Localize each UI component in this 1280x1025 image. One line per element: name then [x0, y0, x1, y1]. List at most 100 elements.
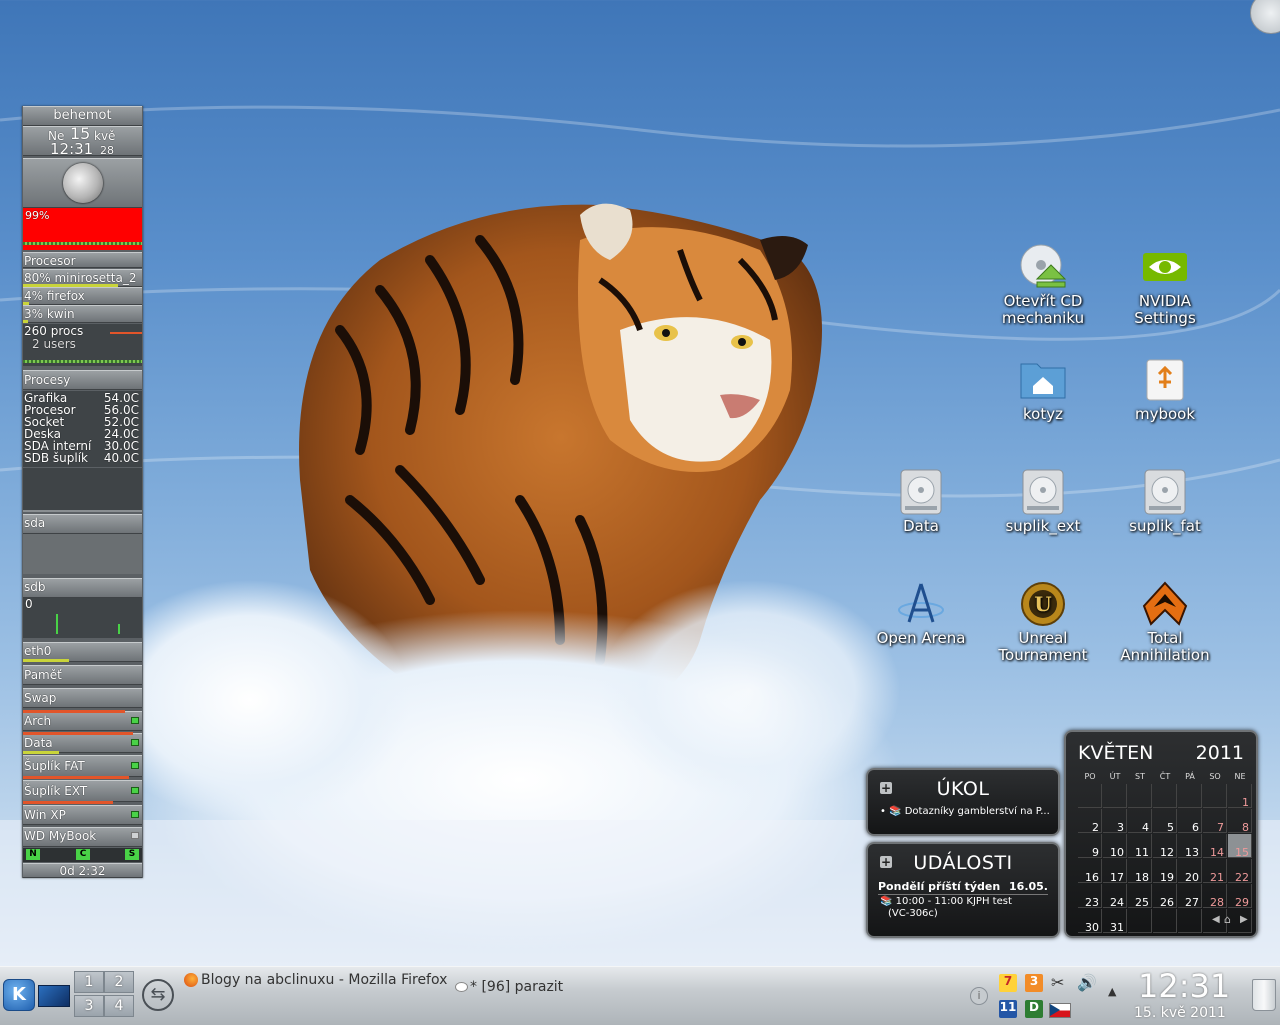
calendar-year[interactable]: 2011 [1196, 742, 1244, 764]
show-desktop-icon[interactable] [38, 985, 70, 1007]
calendar-day[interactable]: 19 [1153, 859, 1177, 884]
tray-expand-icon[interactable]: ▲ [1108, 985, 1116, 998]
calendar-day[interactable]: 31 [1103, 909, 1127, 934]
tray-badge-3[interactable]: 3 [1025, 974, 1043, 992]
calendar-widget[interactable]: KVĚTEN 2011 PO ÚT ST ČT PÁ SO NE 1 2 3 4 5 6 7 8 9 10 11… [1064, 730, 1258, 938]
todo-widget[interactable]: + ÚKOL • 📚 Dotazníky gamblerství na P... [866, 768, 1060, 836]
temp-graph [23, 468, 142, 512]
scissors-icon[interactable]: ✂ [1051, 973, 1069, 992]
task-firefox[interactable]: Blogy na abclinuxu - Mozilla Firefox [201, 972, 447, 988]
date-month: kvě [94, 129, 116, 143]
event-item[interactable]: 📚 10:00 - 11:00 KJPH test [880, 896, 1012, 907]
uptime: 0d 2:32 [59, 864, 106, 878]
calendar-day[interactable]: 22 [1228, 859, 1252, 884]
desktop-icon-label: kotyz [1023, 405, 1063, 423]
clock-time[interactable]: 12:31 [1138, 967, 1230, 1005]
calendar-day-today[interactable]: 15 [1228, 834, 1252, 859]
nvidia-icon [1143, 253, 1187, 281]
hard-disk-icon [1022, 469, 1064, 515]
tray-badge-11[interactable]: 11 [999, 1000, 1017, 1018]
calendar-home-icon[interactable]: ⌂ [1224, 913, 1231, 926]
calendar-day[interactable]: 12 [1153, 834, 1177, 859]
calendar-day[interactable]: 23 [1078, 884, 1102, 909]
desktop-icon-total-annihilation[interactable]: Total Annihilation [1110, 580, 1220, 664]
desktop-icon-label: Data [903, 517, 939, 535]
calendar-day[interactable]: 17 [1103, 859, 1127, 884]
book-icon: 📚 [880, 896, 893, 907]
trash-icon[interactable] [1252, 979, 1276, 1011]
desktop-icon-kotyz[interactable]: kotyz [988, 356, 1098, 423]
calendar-day[interactable]: 13 [1178, 834, 1202, 859]
calendar-day [1178, 909, 1202, 933]
desktop-icon-data[interactable]: Data [866, 468, 976, 535]
calendar-day[interactable]: 21 [1203, 859, 1227, 884]
calendar-day[interactable]: 27 [1178, 884, 1202, 909]
calendar-day[interactable]: 8 [1228, 809, 1252, 834]
tray-badge-d[interactable]: D [1025, 1000, 1043, 1018]
desktop-icon-suplik-fat[interactable]: suplik_fat [1110, 468, 1220, 535]
pager-desktop-1[interactable]: 1 [74, 971, 104, 993]
desktop-icon-cd-eject[interactable]: Otevřít CD mechaniku [988, 243, 1098, 327]
cpu-percent: 99% [25, 209, 50, 222]
calendar-day[interactable]: 6 [1178, 809, 1202, 834]
chat-icon [455, 982, 468, 992]
desktop-icon-open-arena[interactable]: Open Arena [866, 580, 976, 647]
calendar-day[interactable]: 29 [1228, 884, 1252, 909]
calendar-month[interactable]: KVĚTEN [1078, 742, 1153, 764]
top-process-3: 3% kwin [24, 307, 75, 321]
calendar-day[interactable]: 28 [1203, 884, 1227, 909]
calendar-weekday: ČT [1159, 772, 1171, 781]
calendar-day [1128, 909, 1152, 933]
volume-icon[interactable]: 🔊 [1077, 973, 1099, 992]
kde-menu-icon[interactable]: K [3, 979, 35, 1011]
czech-flag-icon[interactable] [1049, 1003, 1071, 1018]
usb-device-notifier-icon[interactable]: ⇆ [142, 979, 174, 1011]
pager-desktop-2[interactable]: 2 [104, 971, 134, 993]
calendar-day[interactable]: 18 [1128, 859, 1152, 884]
calendar-day[interactable]: 14 [1203, 834, 1227, 859]
calendar-day[interactable]: 11 [1128, 834, 1152, 859]
calendar-day[interactable]: 16 [1078, 859, 1102, 884]
users-count: 2 users [32, 337, 76, 351]
desktop-icon-unreal[interactable]: U Unreal Tournament [988, 580, 1098, 664]
calendar-prev-icon[interactable]: ◀ [1212, 914, 1220, 925]
task-parazit[interactable]: * [96] parazit [470, 979, 563, 995]
calendar-day[interactable]: 1 [1228, 784, 1252, 809]
desktop-icon-mybook[interactable]: mybook [1110, 356, 1220, 423]
pager-desktop-4[interactable]: 4 [104, 995, 134, 1017]
calendar-next-icon[interactable]: ▶ [1240, 914, 1248, 925]
calendar-day[interactable]: 30 [1078, 909, 1102, 934]
desktop-icon-suplik-ext[interactable]: suplik_ext [988, 468, 1098, 535]
sdb-label: sdb [24, 580, 46, 594]
calendar-day[interactable]: 4 [1128, 809, 1152, 834]
hard-disk-icon [900, 469, 942, 515]
clock-date[interactable]: 15. kvě 2011 [1134, 1005, 1226, 1021]
calendar-day[interactable]: 24 [1103, 884, 1127, 909]
cd-eject-icon [1020, 244, 1067, 288]
events-widget[interactable]: + UDÁLOSTI Pondělí příští týden 16.05. 📚… [866, 842, 1060, 938]
todo-item[interactable]: • 📚 Dotazníky gamblerství na P... [880, 806, 1050, 817]
calendar-day[interactable]: 3 [1103, 809, 1127, 834]
info-icon[interactable]: i [970, 987, 988, 1005]
tray-badge-7[interactable]: 7 [999, 974, 1017, 992]
calendar-day[interactable]: 26 [1153, 884, 1177, 909]
calendar-day [1153, 909, 1177, 933]
calendar-day[interactable]: 7 [1203, 809, 1227, 834]
calendar-day[interactable]: 10 [1103, 834, 1127, 859]
calendar-day[interactable]: 9 [1078, 834, 1102, 859]
book-icon: 📚 [889, 806, 902, 817]
hostname: behemot [53, 108, 112, 123]
calendar-day[interactable]: 25 [1128, 884, 1152, 909]
calendar-day [1178, 784, 1202, 808]
bullet-icon: • [880, 806, 886, 817]
events-heading: Pondělí příští týden [878, 880, 1001, 893]
total-annihilation-icon [1142, 581, 1188, 626]
desktop-icon-nvidia[interactable]: NVIDIA Settings [1110, 243, 1220, 327]
calendar-day[interactable]: 20 [1178, 859, 1202, 884]
pager-desktop-3[interactable]: 3 [74, 995, 104, 1017]
calendar-day[interactable]: 5 [1153, 809, 1177, 834]
calendar-day[interactable]: 2 [1078, 809, 1102, 834]
desktop-icon-label: suplik_ext [1005, 517, 1081, 535]
desktop-icon-label: Unreal Tournament [998, 629, 1088, 664]
disk-suplik-fat: Šuplík FAT [24, 759, 85, 773]
